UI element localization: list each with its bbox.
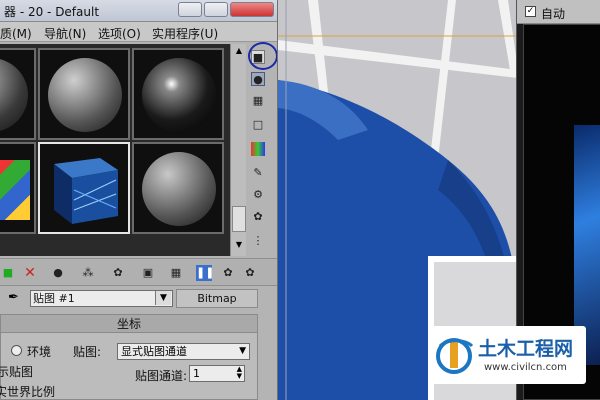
copy-material-icon[interactable]: ● — [50, 265, 66, 281]
sphere-preview — [142, 152, 216, 226]
slot-3[interactable] — [132, 48, 224, 140]
show-map-icon[interactable]: ▦ — [168, 265, 184, 281]
slot-6[interactable] — [132, 142, 224, 234]
material-type-button[interactable]: Bitmap — [176, 289, 258, 308]
box-preview — [0, 160, 30, 220]
slots-scrollbar[interactable]: ▲ ▼ — [230, 44, 246, 256]
bottom-toolbar: ■ ✕ ● ⁂ ✿ ▣ ▦ ❚❚ ✿ ✿ — [0, 258, 277, 286]
watermark-title: 土木工程网 — [478, 338, 574, 360]
show-map-label: 显示贴图 — [0, 365, 34, 379]
make-unique-icon[interactable]: ⁂ — [80, 265, 96, 281]
scroll-up-icon[interactable]: ▲ — [233, 46, 245, 58]
material-name-field[interactable]: 贴图 #1 — [30, 290, 173, 307]
assign-icon[interactable]: ■ — [0, 265, 16, 281]
bitmap-box-preview — [54, 158, 118, 224]
menu-material[interactable]: 质(M) — [0, 25, 32, 42]
window-title: 器 - 20 - Default — [4, 5, 100, 19]
uv-tiling-icon[interactable]: □ — [251, 118, 265, 132]
menu-options[interactable]: 选项(O) — [98, 25, 141, 42]
go-to-parent-icon[interactable]: ✿ — [220, 265, 236, 281]
chevron-down-icon: ▼ — [239, 346, 246, 356]
highlight-circle — [248, 42, 277, 70]
sphere-preview — [48, 58, 122, 132]
make-preview-icon[interactable]: ✎ — [251, 166, 265, 180]
channel-label: 贴图通道: — [135, 369, 188, 383]
slot-5[interactable] — [38, 142, 130, 234]
select-by-material-icon[interactable]: ✿ — [251, 210, 265, 224]
logo-icon — [436, 338, 474, 374]
side-toolbar: ■ ● ▦ □ ✎ ⚙ ✿ ⋮ — [246, 44, 277, 256]
mapping-value: 显式贴图通道 — [121, 345, 187, 358]
sphere-preview — [142, 58, 216, 132]
eyedropper-icon[interactable]: ✒ — [8, 290, 19, 305]
material-name-dropdown[interactable]: ▼ — [155, 291, 171, 305]
mapping-dropdown[interactable]: 显式贴图通道 ▼ — [117, 343, 250, 360]
material-map-navigator-icon[interactable]: ⋮ — [251, 234, 265, 248]
backlight-icon[interactable]: ● — [251, 72, 265, 86]
coordinates-rollout: 坐标 环境 贴图: 显式贴图通道 ▼ 显示贴图 贴图通道: 1 ▲▼ 实世界比例 — [0, 314, 258, 400]
menu-bar: 质(M) 导航(N) 选项(O) 实用程序(U) — [0, 22, 277, 42]
environ-radio[interactable] — [11, 345, 22, 356]
video-color-check-icon[interactable] — [251, 142, 265, 156]
watermark-url: www.civilcn.com — [484, 362, 567, 373]
watermark-logo: 土木工程网 www.civilcn.com — [428, 326, 586, 384]
minimize-button[interactable] — [178, 2, 202, 17]
options-icon[interactable]: ⚙ — [251, 188, 265, 202]
menu-navigation[interactable]: 导航(N) — [44, 25, 86, 42]
menu-utilities[interactable]: 实用程序(U) — [152, 25, 218, 42]
real-world-scale-label: 实世界比例 — [0, 385, 56, 399]
background-icon[interactable]: ▦ — [251, 94, 265, 108]
map-label: 贴图: — [73, 345, 102, 359]
map-channel-value: 1 — [193, 367, 200, 380]
title-bar[interactable]: 器 - 20 - Default — [0, 0, 277, 22]
slot-4[interactable] — [0, 142, 36, 234]
environ-label: 环境 — [27, 345, 52, 359]
material-id-icon[interactable]: ▣ — [140, 265, 156, 281]
map-channel-spinner[interactable]: 1 ▲ ▼ — [189, 365, 245, 382]
auto-checkbox[interactable]: ✓ — [525, 6, 536, 17]
maximize-button[interactable] — [204, 2, 228, 17]
reset-icon[interactable]: ✕ — [22, 265, 38, 281]
material-editor-window: 器 - 20 - Default 质(M) 导航(N) 选项(O) 实用程序(U… — [0, 0, 278, 400]
scroll-thumb[interactable] — [232, 206, 246, 232]
spinner-arrows-icon[interactable]: ▲ ▼ — [237, 366, 242, 380]
auto-label: 自动 — [541, 7, 566, 21]
slot-1[interactable] — [0, 48, 36, 140]
slot-2[interactable] — [38, 48, 130, 140]
show-end-result-icon[interactable]: ❚❚ — [196, 265, 214, 281]
go-forward-icon[interactable]: ✿ — [242, 265, 258, 281]
auto-header: ✓ 自动 — [517, 0, 600, 24]
close-button[interactable] — [230, 2, 274, 17]
scroll-down-icon[interactable]: ▼ — [233, 240, 245, 252]
rollout-title[interactable]: 坐标 — [1, 315, 257, 333]
sphere-preview — [0, 58, 28, 132]
put-to-library-icon[interactable]: ✿ — [110, 265, 126, 281]
material-name-row: ✒ 贴图 #1 ▼ Bitmap — [0, 288, 277, 310]
sample-slots — [0, 44, 230, 256]
